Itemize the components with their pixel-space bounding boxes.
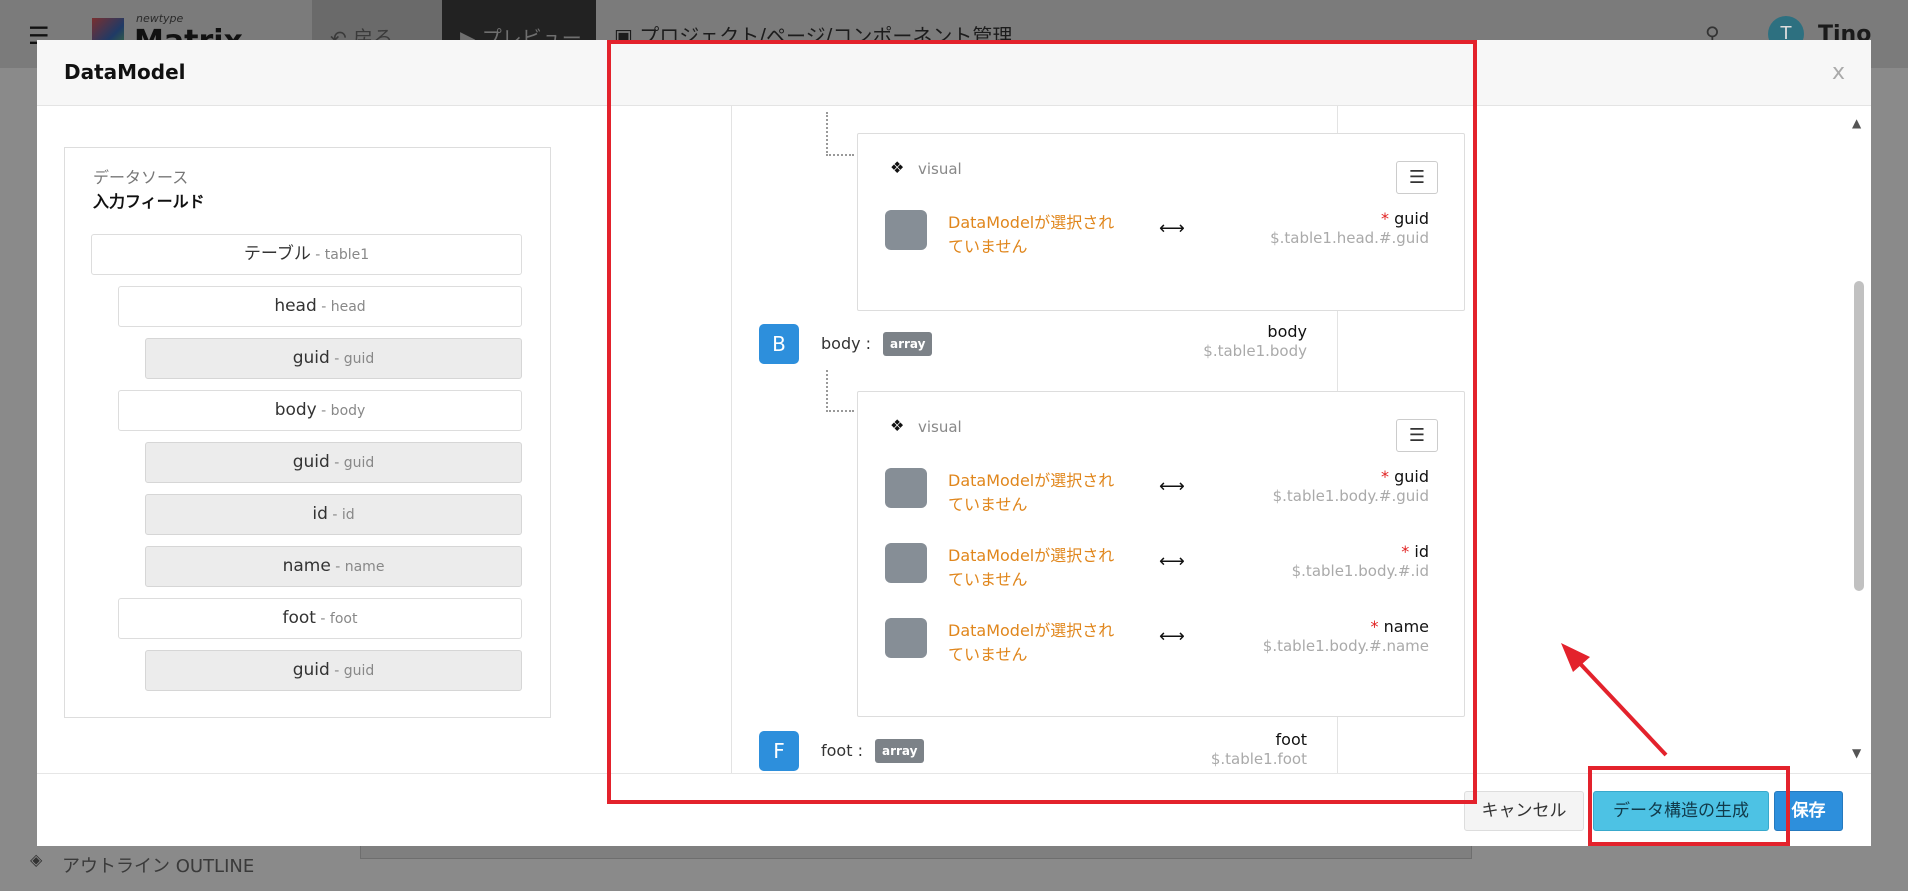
field-foot-guid[interactable]: guid - guid	[145, 650, 522, 691]
outline-icon: ◈	[30, 850, 43, 869]
field-label: テーブル	[243, 244, 311, 264]
field-body-guid[interactable]: guid - guid	[145, 442, 522, 483]
datasource-title: データソース	[93, 168, 189, 187]
field-key: - id	[327, 507, 355, 523]
outline-label: アウトライン OUTLINE	[62, 856, 255, 877]
close-icon[interactable]: x	[1832, 60, 1845, 85]
field-key: - guid	[329, 663, 375, 679]
field-label: guid	[292, 660, 330, 680]
field-key: - guid	[329, 455, 375, 471]
field-label: guid	[292, 348, 330, 368]
field-key: - foot	[315, 611, 358, 627]
field-body[interactable]: body - body	[118, 390, 522, 431]
field-head[interactable]: head - head	[118, 286, 522, 327]
annotation-box-generate	[1588, 766, 1790, 846]
field-label: body	[274, 400, 317, 420]
scroll-down-arrow-icon[interactable]: ▼	[1852, 746, 1861, 760]
field-label: name	[282, 556, 331, 576]
field-label: head	[274, 296, 317, 316]
field-label: foot	[282, 608, 316, 628]
field-body-id[interactable]: id - id	[145, 494, 522, 535]
scroll-up-arrow-icon[interactable]: ▲	[1852, 116, 1861, 130]
datasource-panel: データソース 入力フィールド テーブル - table1 head - head…	[64, 147, 551, 718]
field-label: id	[312, 504, 328, 524]
field-table1[interactable]: テーブル - table1	[91, 234, 522, 275]
field-key: - head	[316, 299, 366, 315]
scrollbar-thumb[interactable]	[1854, 281, 1864, 591]
field-key: - name	[330, 559, 385, 575]
field-label: guid	[292, 452, 330, 472]
cancel-button[interactable]: キャンセル	[1464, 791, 1584, 831]
field-key: - table1	[310, 247, 370, 263]
field-head-guid[interactable]: guid - guid	[145, 338, 522, 379]
field-key: - guid	[329, 351, 375, 367]
datasource-subtitle: 入力フィールド	[93, 192, 205, 211]
field-foot[interactable]: foot - foot	[118, 598, 522, 639]
field-body-name[interactable]: name - name	[145, 546, 522, 587]
modal-title: DataModel	[64, 60, 186, 84]
field-key: - body	[316, 403, 366, 419]
annotation-box-mapping	[607, 40, 1477, 804]
background-panel	[360, 845, 1472, 859]
